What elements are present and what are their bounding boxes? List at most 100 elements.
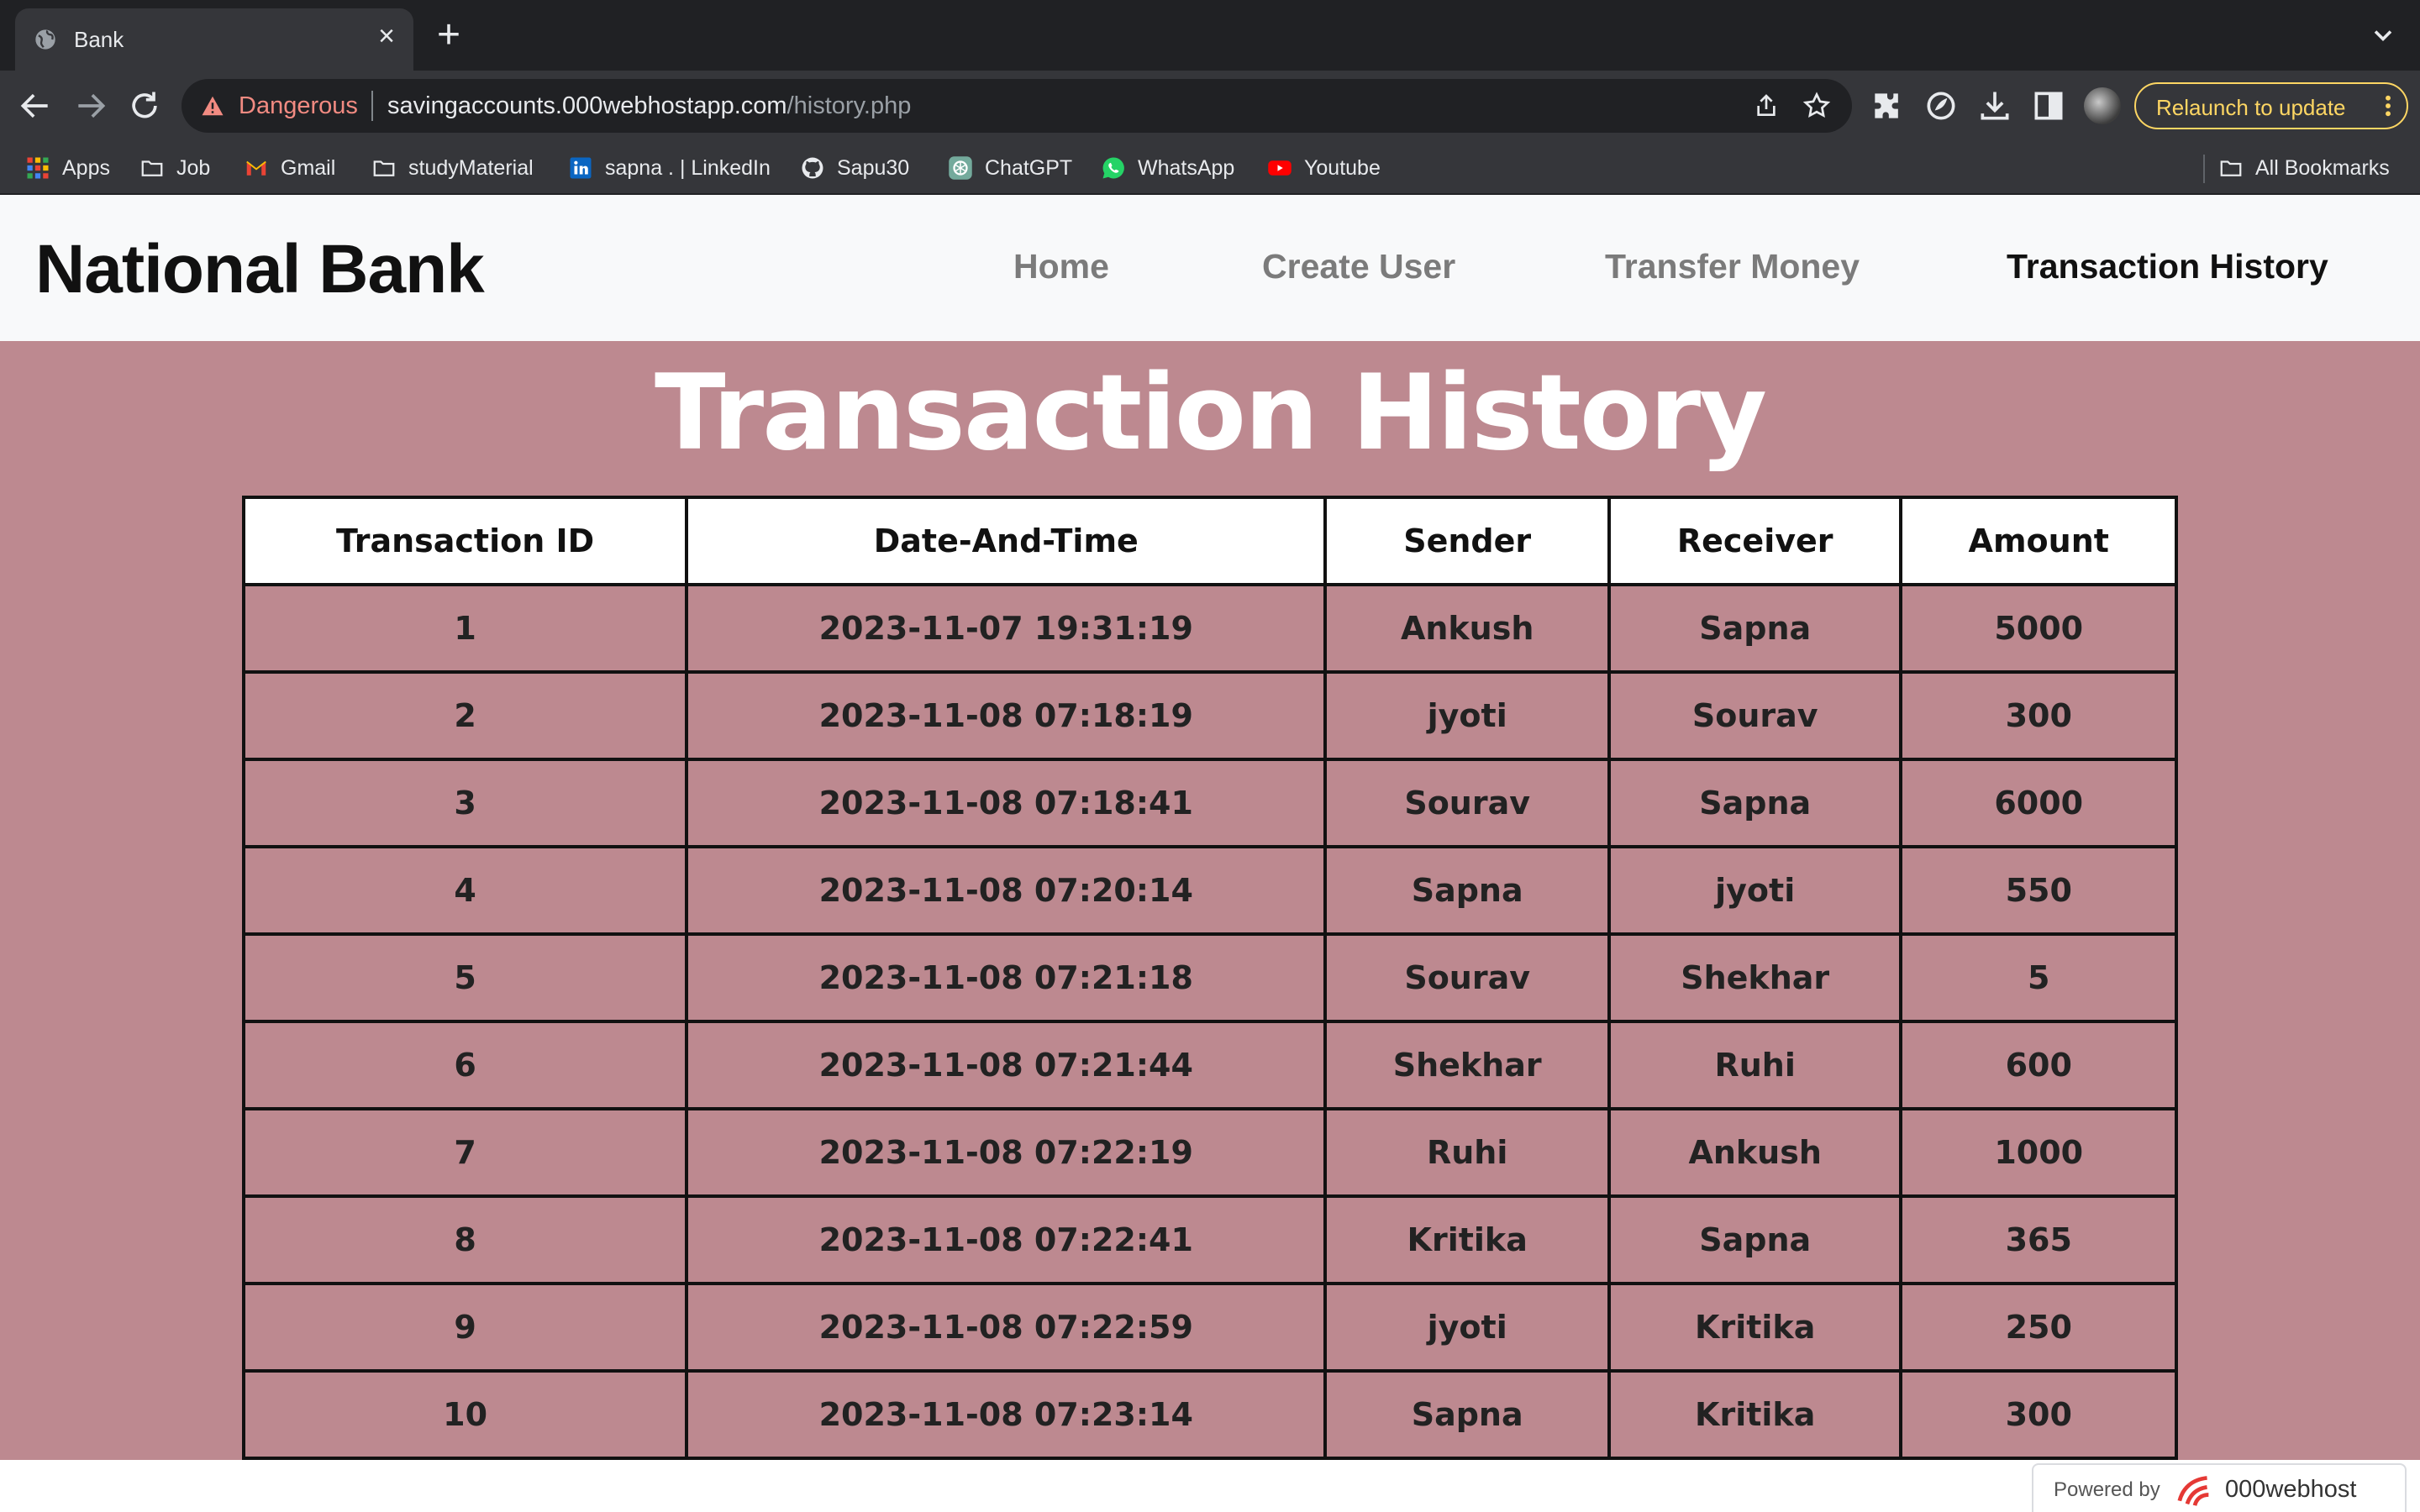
cell-sender: jyoti — [1323, 1282, 1611, 1373]
cell-sender: Sapna — [1323, 845, 1611, 936]
bookmark-star-icon[interactable] — [1802, 91, 1832, 121]
table-header-row: Transaction ID Date-And-Time Sender Rece… — [241, 496, 2178, 586]
reload-icon[interactable] — [126, 87, 163, 124]
bookmark-label: Job — [176, 155, 211, 180]
cell-receiver: Shekhar — [1607, 932, 1903, 1023]
cell-date-time: 2023-11-08 07:21:18 — [685, 932, 1328, 1023]
cell-amount: 5 — [1899, 932, 2178, 1023]
bookmark-chatgpt[interactable]: ChatGPT — [948, 153, 1072, 183]
bookmark-apps[interactable]: Apps — [25, 153, 110, 183]
cell-transaction-id: 6 — [241, 1020, 689, 1110]
back-arrow-icon[interactable] — [17, 87, 54, 124]
cell-transaction-id: 2 — [241, 670, 689, 761]
apps-grid-icon — [27, 157, 49, 179]
gmail-icon — [246, 160, 266, 176]
cell-date-time: 2023-11-08 07:22:59 — [685, 1282, 1328, 1373]
forward-arrow-icon[interactable] — [72, 87, 109, 124]
cell-sender: Shekhar — [1323, 1020, 1611, 1110]
cell-receiver: Sourav — [1607, 670, 1903, 761]
table-row: 2 2023-11-08 07:18:19 jyoti Sourav 300 — [241, 670, 2178, 761]
folder-icon — [373, 160, 395, 176]
cell-sender: Ankush — [1323, 583, 1611, 674]
powered-by-badge[interactable]: Powered by 000webhost — [2032, 1463, 2407, 1512]
cell-transaction-id: 8 — [241, 1194, 689, 1285]
cell-date-time: 2023-11-08 07:18:41 — [685, 758, 1328, 848]
bookmark-github[interactable]: Sapu30 — [800, 153, 909, 183]
table-body: 1 2023-11-07 19:31:19 Ankush Sapna 5000 2 2023… — [241, 583, 2178, 1460]
cell-amount: 600 — [1899, 1020, 2178, 1110]
cell-amount: 5000 — [1899, 583, 2178, 674]
bookmark-linkedin[interactable]: sapna . | LinkedIn — [568, 153, 771, 183]
cell-receiver: Kritika — [1607, 1282, 1903, 1373]
host-name: 000webhost — [2225, 1476, 2357, 1503]
tab-search-chevron-icon[interactable] — [2368, 20, 2398, 50]
kebab-menu-icon[interactable] — [2380, 92, 2396, 119]
github-icon — [802, 157, 823, 179]
nav-home[interactable]: Home — [1013, 247, 1109, 286]
bookmark-label: Sapu30 — [837, 155, 910, 180]
table-row: 10 2023-11-08 07:23:14 Sapna Kritika 300 — [241, 1369, 2178, 1460]
extensions-puzzle-icon[interactable] — [1869, 87, 1906, 124]
youtube-icon — [1268, 160, 1292, 176]
cell-receiver: Ruhi — [1607, 1020, 1903, 1110]
cell-sender: Sourav — [1323, 932, 1611, 1023]
bookmarks-divider — [2203, 155, 2205, 183]
cell-receiver: Sapna — [1607, 758, 1903, 848]
cell-transaction-id: 9 — [241, 1282, 689, 1373]
powered-by-label: Powered by — [2054, 1478, 2160, 1501]
profile-avatar[interactable] — [2084, 87, 2121, 124]
cell-amount: 300 — [1899, 670, 2178, 761]
table-row: 7 2023-11-08 07:22:19 Ruhi Ankush 1000 — [241, 1107, 2178, 1198]
brand-logo-text[interactable]: National Bank — [35, 230, 485, 309]
nav-transfer-money[interactable]: Transfer Money — [1605, 247, 1860, 286]
cell-receiver: jyoti — [1607, 845, 1903, 936]
column-header-transaction-id: Transaction ID — [241, 496, 689, 586]
cell-date-time: 2023-11-07 19:31:19 — [685, 583, 1328, 674]
performance-leaf-icon[interactable] — [1923, 87, 1960, 124]
close-tab-icon[interactable]: × — [378, 20, 395, 53]
cell-amount: 300 — [1899, 1369, 2178, 1460]
column-header-date-time: Date-And-Time — [685, 496, 1328, 586]
address-bar[interactable]: Dangerous savingaccounts.000webhostapp.c… — [182, 79, 1852, 133]
bookmark-label: WhatsApp — [1138, 155, 1235, 180]
bookmark-job-folder[interactable]: Job — [139, 153, 210, 183]
cell-transaction-id: 10 — [241, 1369, 689, 1460]
cell-transaction-id: 1 — [241, 583, 689, 674]
cell-receiver: Kritika — [1607, 1369, 1903, 1460]
table-row: 1 2023-11-07 19:31:19 Ankush Sapna 5000 — [241, 583, 2178, 674]
warning-triangle-icon[interactable] — [200, 93, 225, 118]
folder-icon — [141, 160, 163, 176]
cell-amount: 250 — [1899, 1282, 2178, 1373]
bookmarks-bar: Apps Job Gmail studyMaterial sapna . | L… — [0, 141, 2420, 195]
browser-tab[interactable]: Bank × — [15, 8, 413, 71]
url-text[interactable]: savingaccounts.000webhostapp.com/history… — [387, 92, 911, 120]
table-row: 5 2023-11-08 07:21:18 Sourav Shekhar 5 — [241, 932, 2178, 1023]
cell-transaction-id: 7 — [241, 1107, 689, 1198]
000webhost-logo-icon — [2177, 1476, 2209, 1506]
download-icon[interactable] — [1976, 87, 2013, 124]
table-row: 3 2023-11-08 07:18:41 Sourav Sapna 6000 — [241, 758, 2178, 848]
security-status-label[interactable]: Dangerous — [239, 92, 358, 120]
bookmark-youtube[interactable]: Youtube — [1267, 153, 1381, 183]
nav-create-user[interactable]: Create User — [1262, 247, 1455, 286]
bookmark-whatsapp[interactable]: WhatsApp — [1101, 153, 1234, 183]
bookmark-studymaterial-folder[interactable]: studyMaterial — [371, 153, 534, 183]
nav-transaction-history[interactable]: Transaction History — [2007, 247, 2328, 286]
new-tab-button[interactable]: + — [437, 15, 460, 55]
bookmark-gmail[interactable]: Gmail — [244, 153, 335, 183]
all-bookmarks-button[interactable]: All Bookmarks — [2218, 153, 2390, 183]
cell-transaction-id: 5 — [241, 932, 689, 1023]
cell-sender: jyoti — [1323, 670, 1611, 761]
column-header-sender: Sender — [1323, 496, 1611, 586]
share-icon[interactable] — [1753, 92, 1780, 119]
bookmark-label: Youtube — [1304, 155, 1381, 180]
relaunch-to-update-button[interactable]: Relaunch to update — [2134, 82, 2408, 129]
table-row: 8 2023-11-08 07:22:41 Kritika Sapna 365 — [241, 1194, 2178, 1285]
side-panel-icon[interactable] — [2030, 87, 2067, 124]
cell-receiver: Sapna — [1607, 1194, 1903, 1285]
cell-date-time: 2023-11-08 07:20:14 — [685, 845, 1328, 936]
cell-date-time: 2023-11-08 07:18:19 — [685, 670, 1328, 761]
globe-icon — [35, 29, 55, 50]
site-navbar: National Bank Home Create User Transfer … — [0, 195, 2420, 341]
cell-amount: 550 — [1899, 845, 2178, 936]
